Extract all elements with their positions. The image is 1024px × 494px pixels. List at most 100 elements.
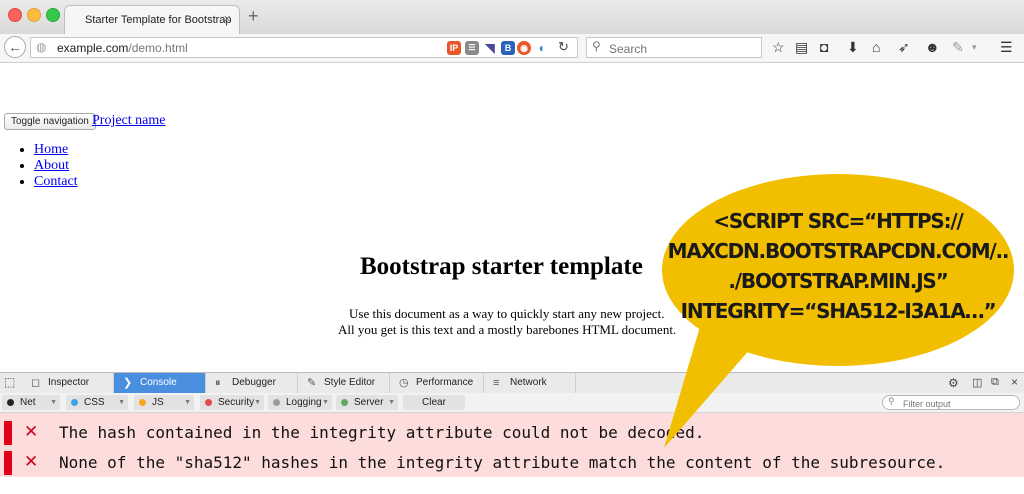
- lead-text-line-1: Use this document as a way to quickly st…: [349, 306, 665, 321]
- minimize-window-button[interactable]: [27, 8, 41, 22]
- console-icon: ❯: [123, 377, 133, 389]
- filter-security-button[interactable]: Security ▼: [200, 395, 264, 410]
- callout-line: INTEGRITY=“SHA512-I3A1A…”: [680, 299, 997, 323]
- debugger-icon: ⏸: [215, 377, 221, 389]
- reload-icon[interactable]: ↻: [558, 39, 569, 55]
- tab-network[interactable]: ≡ Network: [484, 373, 576, 393]
- toggle-navigation-button[interactable]: Toggle navigation: [4, 113, 96, 130]
- tab-label: Console: [140, 377, 177, 388]
- filter-output-box[interactable]: ⚲: [882, 395, 1020, 411]
- dropdown-chevron-icon[interactable]: ▾: [972, 42, 977, 53]
- filter-dot: [341, 399, 348, 406]
- tab-console[interactable]: ❯ Console: [114, 373, 206, 393]
- ubuntu-extension-icon[interactable]: ◉: [517, 41, 531, 55]
- brand-link[interactable]: Project name: [92, 113, 165, 129]
- filter-output-input[interactable]: [901, 396, 1015, 411]
- wifi-extension-icon[interactable]: ◖: [534, 41, 548, 55]
- dock-side-icon[interactable]: ◫: [972, 376, 982, 389]
- search-input[interactable]: [607, 39, 761, 58]
- back-button[interactable]: ←: [4, 36, 26, 58]
- tab-close-icon[interactable]: ×: [223, 11, 231, 26]
- bookmark-star-icon[interactable]: ☆: [772, 39, 785, 56]
- tab-label: Style Editor: [324, 377, 376, 388]
- menu-icon[interactable]: ☰: [1000, 39, 1013, 56]
- tab-label: Network: [510, 377, 547, 388]
- callout-line: MAXCDN.BOOTSTRAPCDN.COM/..: [667, 239, 1010, 263]
- nav-list: Home About Contact: [16, 142, 78, 190]
- filter-dot: [7, 399, 14, 406]
- new-tab-button[interactable]: +: [248, 6, 259, 27]
- console-output: ✕ The hash contained in the integrity at…: [0, 413, 1024, 477]
- callout-line: <SCRIPT SRC=“HTTPS://: [713, 209, 963, 233]
- chevron-down-icon: ▼: [322, 399, 329, 406]
- nav-item: About: [34, 158, 78, 174]
- element-picker-icon[interactable]: ⬚: [4, 375, 15, 389]
- clear-button[interactable]: Clear: [403, 395, 465, 410]
- error-bar: [4, 421, 12, 445]
- filter-dot: [205, 399, 212, 406]
- developer-icon[interactable]: ✎: [952, 39, 964, 56]
- bootstrap-extension-icon[interactable]: B: [501, 41, 515, 55]
- tab-performance[interactable]: ◷ Performance: [390, 373, 484, 393]
- lead-text-line-2: All you get is this text and a mostly ba…: [338, 322, 677, 337]
- globe-icon: ◍: [36, 40, 47, 54]
- style-editor-icon: ✎: [307, 377, 317, 389]
- nav-link-contact[interactable]: Contact: [34, 174, 78, 189]
- tab-label: Inspector: [48, 377, 90, 388]
- chevron-down-icon: ▼: [254, 399, 261, 406]
- url-bar[interactable]: ◍ example.com/demo.html IP ☰ ◥ B ◉ ◖ ↻: [30, 37, 578, 58]
- error-icon: ✕: [24, 452, 39, 472]
- error-icon: ✕: [24, 422, 39, 442]
- nav-item: Home: [34, 142, 78, 158]
- settings-gear-icon[interactable]: ⚙: [948, 376, 959, 390]
- close-window-button[interactable]: [8, 8, 22, 22]
- tab-debugger[interactable]: ⏸ Debugger: [206, 373, 298, 393]
- filter-js-button[interactable]: JS ▼: [134, 395, 194, 410]
- filter-css-button[interactable]: CSS ▼: [66, 395, 128, 410]
- wedge-extension-icon[interactable]: ◥: [483, 41, 497, 55]
- chevron-down-icon: ▼: [184, 399, 191, 406]
- network-icon: ≡: [493, 377, 500, 389]
- filter-net-button[interactable]: Net ▼: [2, 395, 60, 410]
- filter-dot: [273, 399, 280, 406]
- ip-extension-icon[interactable]: IP: [447, 41, 461, 55]
- url-text: example.com/demo.html: [57, 41, 188, 55]
- close-devtools-icon[interactable]: ×: [1011, 375, 1018, 389]
- tab-inspector[interactable]: ◻ Inspector: [22, 373, 114, 393]
- error-message: The hash contained in the integrity attr…: [59, 423, 705, 442]
- url-path: /demo.html: [128, 41, 188, 55]
- search-icon: ⚲: [592, 39, 601, 53]
- downloads-icon[interactable]: ⬇: [847, 39, 859, 56]
- console-error-row[interactable]: ✕ The hash contained in the integrity at…: [0, 419, 1024, 445]
- nav-link-about[interactable]: About: [34, 158, 69, 173]
- tab-style-editor[interactable]: ✎ Style Editor: [298, 373, 390, 393]
- ghostery-extension-icon[interactable]: ☰: [465, 41, 479, 55]
- reading-list-icon[interactable]: ▤: [795, 39, 808, 56]
- home-icon[interactable]: ⌂: [872, 39, 880, 55]
- page-heading: Bootstrap starter template: [360, 253, 643, 280]
- console-error-row[interactable]: ✕ None of the "sha512" hashes in the int…: [0, 449, 1024, 475]
- tab-label: Performance: [416, 377, 474, 388]
- filter-logging-button[interactable]: Logging ▼: [268, 395, 332, 410]
- nav-link-home[interactable]: Home: [34, 142, 68, 157]
- callout-text: <SCRIPT SRC=“HTTPS:// MAXCDN.BOOTSTRAPCD…: [660, 206, 1016, 326]
- browser-tab[interactable]: Starter Template for Bootstrap ×: [64, 5, 240, 34]
- url-host: example.com: [57, 41, 129, 55]
- tab-label: Debugger: [232, 377, 276, 388]
- chevron-down-icon: ▼: [388, 399, 395, 406]
- console-filter-bar: Net ▼ CSS ▼ JS ▼ Security ▼ Logging ▼ Server ▼: [0, 393, 1024, 413]
- send-icon[interactable]: ➶: [898, 39, 910, 56]
- tab-title: Starter Template for Bootstrap: [85, 14, 232, 26]
- separate-window-icon[interactable]: ⧉: [991, 376, 999, 389]
- inspector-icon: ◻: [31, 377, 41, 389]
- zoom-window-button[interactable]: [46, 8, 60, 22]
- chat-icon[interactable]: ☻: [925, 39, 940, 55]
- callout-line: ./BOOTSTRAP.MIN.JS”: [728, 269, 948, 293]
- search-bar[interactable]: ⚲: [586, 37, 762, 58]
- back-arrow-icon: ←: [8, 39, 22, 55]
- error-bar: [4, 451, 12, 475]
- chevron-down-icon: ▼: [118, 399, 125, 406]
- filter-dot: [139, 399, 146, 406]
- pocket-icon[interactable]: ◘: [820, 39, 828, 55]
- filter-server-button[interactable]: Server ▼: [336, 395, 398, 410]
